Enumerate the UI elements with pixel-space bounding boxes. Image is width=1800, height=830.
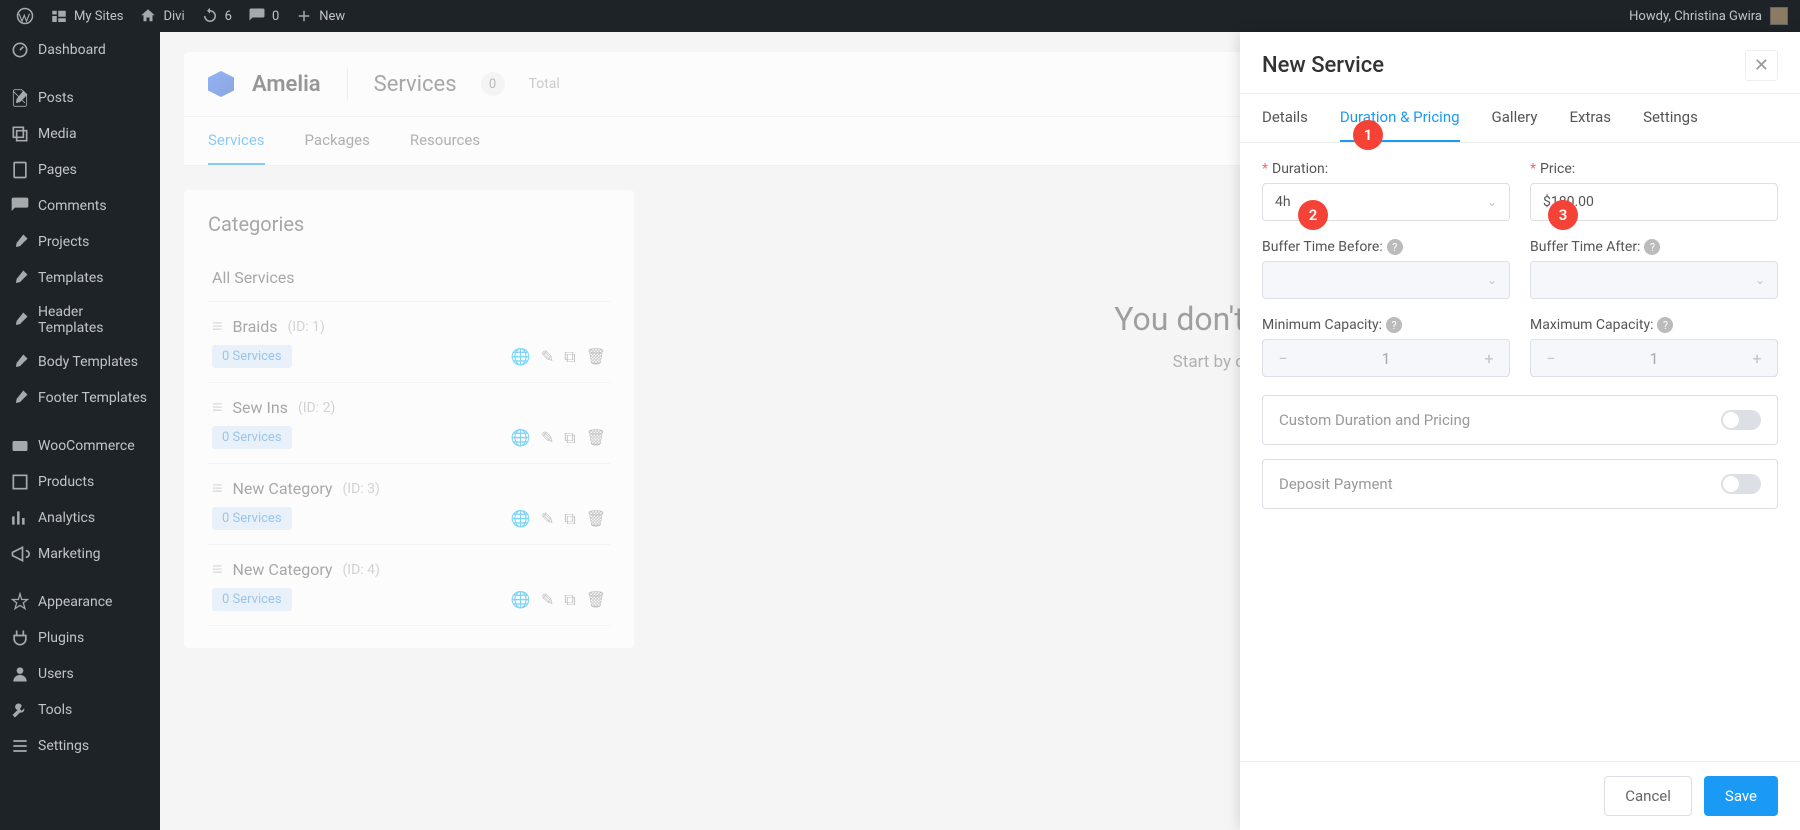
label-buffer-before: Buffer Time Before:? bbox=[1262, 239, 1510, 255]
comments-count[interactable]: 0 bbox=[240, 0, 287, 32]
menu-appearance[interactable]: Appearance bbox=[0, 584, 160, 620]
menu-tools[interactable]: Tools bbox=[0, 692, 160, 728]
help-icon[interactable]: ? bbox=[1387, 239, 1403, 255]
deposit-switch[interactable] bbox=[1721, 474, 1761, 494]
dtab-settings[interactable]: Settings bbox=[1643, 94, 1698, 142]
dtab-details[interactable]: Details bbox=[1262, 94, 1308, 142]
buffer-before-select[interactable]: ⌄ bbox=[1262, 261, 1510, 299]
label-min-capacity: Minimum Capacity:? bbox=[1262, 317, 1510, 333]
menu-analytics[interactable]: Analytics bbox=[0, 500, 160, 536]
menu-settings[interactable]: Settings bbox=[0, 728, 160, 764]
new-service-drawer: New Service ✕ Details Duration & Pricing… bbox=[1240, 32, 1800, 830]
annotation-3: 3 bbox=[1548, 200, 1578, 230]
buffer-after-select[interactable]: ⌄ bbox=[1530, 261, 1778, 299]
menu-media[interactable]: Media bbox=[0, 116, 160, 152]
menu-comments[interactable]: Comments bbox=[0, 188, 160, 224]
menu-templates[interactable]: Templates bbox=[0, 260, 160, 296]
avatar bbox=[1770, 7, 1788, 25]
wp-logo[interactable] bbox=[8, 0, 42, 32]
annotation-2: 2 bbox=[1298, 200, 1328, 230]
menu-plugins[interactable]: Plugins bbox=[0, 620, 160, 656]
drawer-tabs: Details Duration & Pricing Gallery Extra… bbox=[1240, 93, 1800, 143]
max-capacity-stepper[interactable]: −1+ bbox=[1530, 339, 1778, 377]
menu-woocommerce[interactable]: WooCommerce bbox=[0, 428, 160, 464]
menu-products[interactable]: Products bbox=[0, 464, 160, 500]
custom-duration-switch[interactable] bbox=[1721, 410, 1761, 430]
menu-footer-templates[interactable]: Footer Templates bbox=[0, 380, 160, 416]
save-button[interactable]: Save bbox=[1704, 776, 1778, 816]
plus-button[interactable]: + bbox=[1469, 340, 1509, 376]
label-max-capacity: Maximum Capacity:? bbox=[1530, 317, 1778, 333]
help-icon[interactable]: ? bbox=[1657, 317, 1673, 333]
my-sites[interactable]: My Sites bbox=[42, 0, 131, 32]
wp-admin-bar: My Sites Divi 6 0 New Howdy, Christina G… bbox=[0, 0, 1800, 32]
menu-posts[interactable]: Posts bbox=[0, 80, 160, 116]
chevron-down-icon: ⌄ bbox=[1487, 195, 1497, 209]
help-icon[interactable]: ? bbox=[1386, 317, 1402, 333]
menu-header-templates[interactable]: Header Templates bbox=[0, 296, 160, 344]
minus-button[interactable]: − bbox=[1263, 340, 1303, 376]
minus-button[interactable]: − bbox=[1531, 340, 1571, 376]
help-icon[interactable]: ? bbox=[1644, 239, 1660, 255]
drawer-title: New Service bbox=[1262, 53, 1384, 78]
menu-marketing[interactable]: Marketing bbox=[0, 536, 160, 572]
label-buffer-after: Buffer Time After:? bbox=[1530, 239, 1778, 255]
chevron-down-icon: ⌄ bbox=[1755, 273, 1765, 287]
close-icon[interactable]: ✕ bbox=[1745, 50, 1778, 81]
min-capacity-stepper[interactable]: −1+ bbox=[1262, 339, 1510, 377]
menu-projects[interactable]: Projects bbox=[0, 224, 160, 260]
label-duration: *Duration: bbox=[1262, 161, 1510, 177]
new-content[interactable]: New bbox=[287, 0, 353, 32]
chevron-down-icon: ⌄ bbox=[1487, 273, 1497, 287]
custom-duration-toggle-row: Custom Duration and Pricing bbox=[1262, 395, 1778, 445]
menu-dashboard[interactable]: Dashboard bbox=[0, 32, 160, 68]
plus-button[interactable]: + bbox=[1737, 340, 1777, 376]
deposit-toggle-row: Deposit Payment bbox=[1262, 459, 1778, 509]
menu-body-templates[interactable]: Body Templates bbox=[0, 344, 160, 380]
annotation-1: 1 bbox=[1353, 120, 1383, 150]
menu-users[interactable]: Users bbox=[0, 656, 160, 692]
cancel-button[interactable]: Cancel bbox=[1604, 776, 1692, 816]
dtab-gallery[interactable]: Gallery bbox=[1492, 94, 1538, 142]
label-price: *Price: bbox=[1530, 161, 1778, 177]
howdy-user[interactable]: Howdy, Christina Gwira bbox=[1629, 7, 1792, 25]
site-name[interactable]: Divi bbox=[131, 0, 192, 32]
dtab-extras[interactable]: Extras bbox=[1569, 94, 1611, 142]
menu-pages[interactable]: Pages bbox=[0, 152, 160, 188]
updates[interactable]: 6 bbox=[193, 0, 240, 32]
wp-admin-sidebar: Dashboard Posts Media Pages Comments Pro… bbox=[0, 32, 160, 830]
